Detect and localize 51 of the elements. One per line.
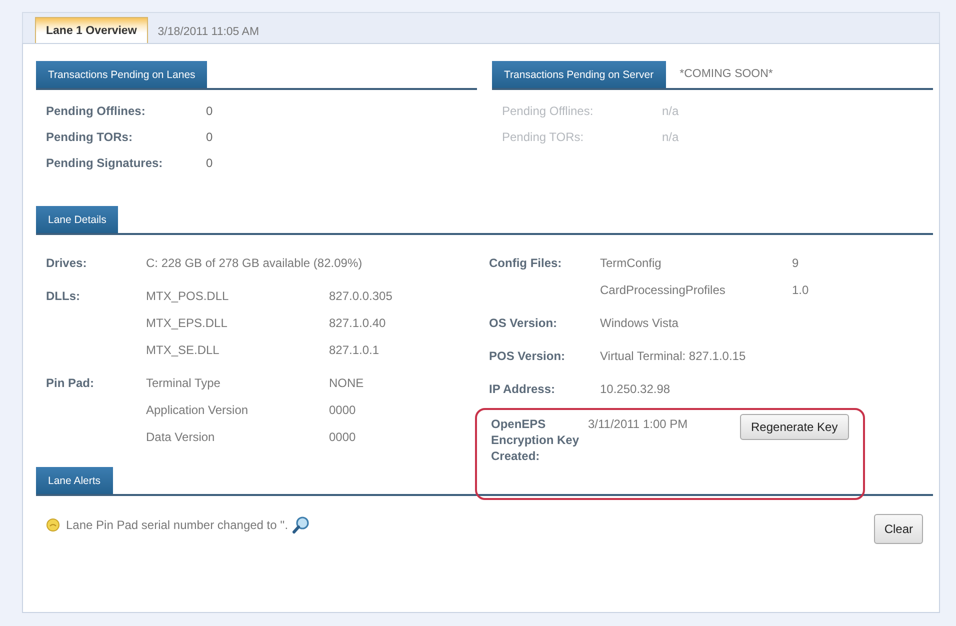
section-header: Transactions Pending on Server xyxy=(492,61,666,88)
field-label: Pending TORs: xyxy=(502,130,585,144)
field-value: 3/11/2011 1:00 PM xyxy=(588,416,689,432)
field-value: Application Version xyxy=(146,402,250,419)
field-value: NONE xyxy=(329,375,365,392)
field-value: Windows Vista xyxy=(600,315,680,332)
magnifier-icon[interactable] xyxy=(292,516,310,534)
warning-icon xyxy=(46,518,60,532)
field-value: Virtual Terminal: 827.1.0.15 xyxy=(600,348,747,365)
field-label: Pending Offlines: xyxy=(502,104,594,118)
field-value: 1.0 xyxy=(792,282,810,299)
field-label: POS Version: xyxy=(489,348,566,365)
field-label: Pending Offlines: xyxy=(46,104,146,118)
field-value: MTX_EPS.DLL xyxy=(146,315,228,332)
field-label: DLLs: xyxy=(46,288,81,305)
field-value: 0 xyxy=(206,130,214,144)
field-label: Pending Signatures: xyxy=(46,156,164,170)
field-value: 9 xyxy=(792,255,800,272)
field-value: 827.0.0.305 xyxy=(329,288,394,305)
field-value: 0 xyxy=(206,156,214,170)
section-header: Lane Alerts xyxy=(36,467,113,494)
field-label: Pin Pad: xyxy=(46,375,96,392)
section-header: Transactions Pending on Lanes xyxy=(36,61,208,88)
field-value: CardProcessingProfiles xyxy=(600,282,726,299)
regenerate-key-button[interactable]: Regenerate Key xyxy=(740,414,849,440)
clear-button[interactable]: Clear xyxy=(874,514,923,544)
field-value: TermConfig xyxy=(600,255,662,272)
field-value: MTX_SE.DLL xyxy=(146,342,220,359)
alert-message: Lane Pin Pad serial number changed to ''. xyxy=(66,518,288,532)
section-header: Lane Details xyxy=(36,206,118,233)
field-value: n/a xyxy=(662,130,680,144)
field-value: 827.1.0.1 xyxy=(329,342,380,359)
field-label: IP Address: xyxy=(489,381,556,398)
tab[interactable]: 3/18/2011 11:05 AM xyxy=(148,19,270,43)
field-value: Data Version xyxy=(146,429,216,446)
field-label: Config Files: xyxy=(489,255,563,272)
field-label: OpenEPS Encryption Key Created: xyxy=(491,416,580,464)
tab[interactable]: Lane 1 Overview xyxy=(35,17,148,43)
field-value: Terminal Type xyxy=(146,375,222,392)
field-label: Drives: xyxy=(46,255,88,272)
field-label: OS Version: xyxy=(489,315,558,332)
field-value: 827.1.0.40 xyxy=(329,315,387,332)
field-value: C: 228 GB of 278 GB available (82.09%) xyxy=(146,255,364,272)
field-value: n/a xyxy=(662,104,680,118)
field-value: 0 xyxy=(206,104,214,118)
field-value: 10.250.32.98 xyxy=(600,381,672,398)
field-label: Pending TORs: xyxy=(46,130,134,144)
field-value: 0000 xyxy=(329,402,357,419)
field-value: 0000 xyxy=(329,429,357,446)
field-value: MTX_POS.DLL xyxy=(146,288,230,305)
status-note: *COMING SOON* xyxy=(680,67,773,82)
